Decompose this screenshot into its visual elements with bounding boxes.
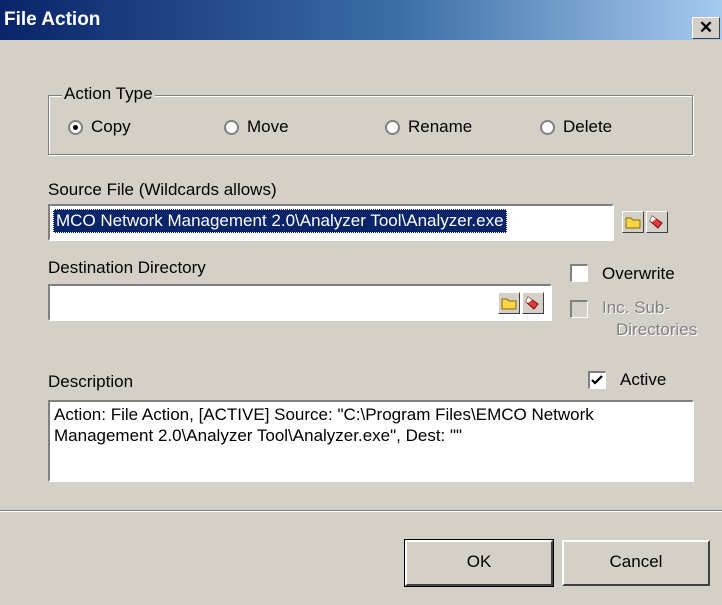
folder-icon <box>501 298 517 310</box>
overwrite-label: Overwrite <box>602 264 675 283</box>
checkmark-icon <box>591 375 603 385</box>
radio-move-label: Move <box>247 117 289 136</box>
radio-copy-label: Copy <box>91 117 131 136</box>
action-type-legend: Action Type <box>62 84 155 104</box>
description-label: Description <box>48 372 134 391</box>
source-file-label: Source File (Wildcards allows) <box>48 180 277 199</box>
source-file-input[interactable]: MCO Network Management 2.0\Analyzer Tool… <box>48 204 614 241</box>
destination-clear-button[interactable] <box>522 292 544 314</box>
inc-subdirectories-label-line1: Inc. Sub- <box>602 298 671 317</box>
close-icon: ✕ <box>698 18 714 37</box>
source-file-value: MCO Network Management 2.0\Analyzer Tool… <box>53 209 507 233</box>
eraser-icon <box>525 296 539 310</box>
overwrite-checkbox[interactable] <box>570 264 588 282</box>
window-title: File Action <box>4 9 101 30</box>
destination-label: Destination Directory <box>48 258 206 277</box>
description-textarea[interactable]: Action: File Action, [ACTIVE] Source: "C… <box>48 400 694 482</box>
radio-copy[interactable]: Copy <box>68 117 131 137</box>
radio-rename[interactable]: Rename <box>385 117 472 137</box>
footer-separator <box>0 510 722 512</box>
radio-move-circle[interactable] <box>224 119 239 135</box>
folder-icon <box>625 217 641 229</box>
radio-rename-label: Rename <box>408 117 473 136</box>
radio-delete-circle[interactable] <box>540 119 555 135</box>
active-checkbox[interactable] <box>588 371 606 389</box>
radio-delete-label: Delete <box>563 117 613 136</box>
ok-button[interactable]: OK <box>404 539 554 587</box>
description-text: Action: File Action, [ACTIVE] Source: "C… <box>54 405 594 445</box>
source-clear-button[interactable] <box>646 211 668 233</box>
active-label: Active <box>620 370 667 389</box>
inc-subdirectories-checkbox[interactable] <box>570 300 588 318</box>
destination-input[interactable] <box>48 284 552 321</box>
destination-browse-button[interactable] <box>498 292 520 314</box>
source-browse-button[interactable] <box>622 211 644 233</box>
radio-move[interactable]: Move <box>224 117 289 137</box>
radio-delete[interactable]: Delete <box>540 117 612 137</box>
inc-subdirectories-label-line2: Directories <box>616 320 698 339</box>
cancel-button[interactable]: Cancel <box>562 540 710 586</box>
radio-copy-circle[interactable] <box>68 119 83 135</box>
title-bar: File Action ✕ <box>0 0 722 40</box>
radio-rename-circle[interactable] <box>385 119 400 135</box>
eraser-icon <box>649 215 663 229</box>
close-button[interactable]: ✕ <box>692 17 720 39</box>
